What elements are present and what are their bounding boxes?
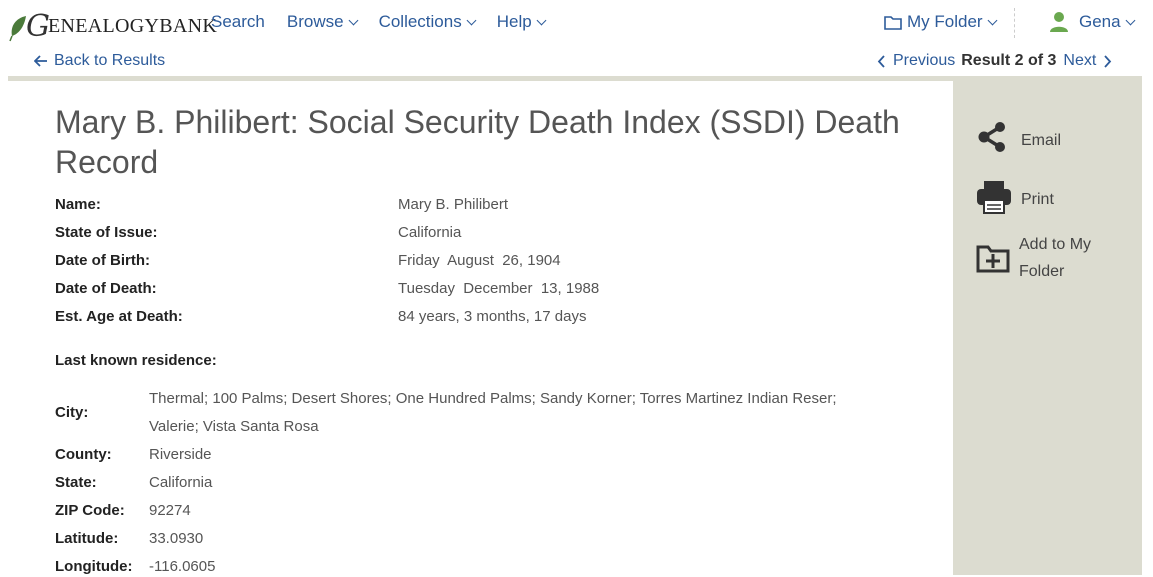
brand-script-letter: G	[26, 9, 50, 44]
nav-browse-label: Browse	[286, 12, 344, 31]
email-label: Email	[1021, 132, 1062, 149]
nav-help[interactable]: Help	[496, 12, 547, 32]
printer-icon	[977, 181, 1011, 214]
print-label: Print	[1021, 191, 1054, 208]
state-value: California	[149, 474, 213, 491]
residence-row-zip: ZIP Code: 92274	[55, 501, 191, 521]
previous-label: Previous	[893, 52, 956, 69]
field-label-est-age: Est. Age at Death:	[55, 308, 183, 325]
add-to-folder-line2: Folder	[1019, 263, 1065, 280]
field-label-date-of-birth: Date of Birth:	[55, 252, 150, 269]
brand-wordmark: ENEALOGYBANK	[47, 15, 218, 37]
next-link[interactable]: Next	[1063, 52, 1112, 70]
brand-logo[interactable]: G ENEALOGYBANK	[8, 2, 217, 42]
back-to-results-link[interactable]: Back to Results	[34, 48, 165, 74]
city-label: City:	[55, 404, 89, 421]
print-action[interactable]: Print	[976, 180, 1054, 214]
chevron-down-icon	[536, 15, 547, 25]
chevron-down-icon	[987, 15, 998, 25]
residence-row-state: State: California	[55, 473, 212, 493]
my-folder-menu[interactable]: My Folder	[884, 0, 998, 44]
field-label-state-of-issue: State of Issue:	[55, 224, 158, 241]
city-value-line1: Thermal; 100 Palms; Desert Shores; One H…	[149, 390, 837, 407]
result-pager: Previous Result 2 of 3 Next	[877, 48, 1112, 74]
field-value-state-of-issue: California	[398, 224, 462, 241]
user-name: Gena	[1079, 12, 1121, 31]
residence-row-county: County: Riverside	[55, 445, 212, 465]
nav-collections[interactable]: Collections	[378, 12, 477, 32]
next-label: Next	[1063, 52, 1097, 69]
folder-icon	[884, 15, 902, 30]
latitude-label: Latitude:	[55, 530, 119, 547]
chevron-left-icon	[877, 54, 885, 68]
longitude-label: Longitude:	[55, 558, 133, 575]
field-value-date-of-birth: Friday August 26, 1904	[398, 252, 561, 269]
back-to-results-label: Back to Results	[54, 52, 166, 69]
my-folder-label: My Folder	[907, 12, 983, 31]
zip-value: 92274	[149, 502, 191, 519]
previous-link[interactable]: Previous	[877, 52, 955, 70]
email-action[interactable]: Email	[976, 120, 1061, 154]
chevron-down-icon	[466, 15, 477, 25]
longitude-value: -116.0605	[149, 558, 216, 575]
field-row: Date of Birth: Friday August 26, 1904	[55, 251, 561, 271]
nav-search-label: Search	[211, 12, 265, 31]
residence-heading: Last known residence:	[55, 351, 217, 371]
field-row: State of Issue: California	[55, 223, 461, 243]
field-value-est-age: 84 years, 3 months, 17 days	[398, 308, 587, 325]
chevron-right-icon	[1104, 54, 1112, 68]
user-icon	[1050, 12, 1068, 32]
county-label: County:	[55, 446, 112, 463]
county-value: Riverside	[149, 446, 212, 463]
zip-label: ZIP Code:	[55, 502, 125, 519]
main-nav: Search Browse Collections Help	[211, 0, 567, 44]
field-value-name: Mary B. Philibert	[398, 196, 509, 213]
field-label-name: Name:	[55, 196, 101, 213]
nav-search[interactable]: Search	[211, 12, 265, 32]
field-row: Name: Mary B. Philibert	[55, 195, 508, 215]
nav-help-label: Help	[496, 12, 532, 31]
residence-row-longitude: Longitude: -116.0605	[55, 557, 215, 577]
residence-heading-label: Last known residence:	[55, 352, 217, 369]
field-row: Date of Death: Tuesday December 13, 1988	[55, 279, 599, 299]
nav-browse[interactable]: Browse	[286, 12, 359, 32]
folder-add-icon	[976, 245, 1010, 273]
residence-row-latitude: Latitude: 33.0930	[55, 529, 203, 549]
city-value-line2: Valerie; Vista Santa Rosa	[149, 418, 319, 435]
user-menu[interactable]: Gena	[1049, 0, 1136, 44]
latitude-value: 33.0930	[149, 530, 204, 547]
residence-row-city: City:	[55, 403, 88, 423]
action-sidebar	[953, 81, 1142, 575]
add-to-folder-text: Add to My Folder	[1019, 231, 1091, 285]
nav-collections-label: Collections	[378, 12, 462, 31]
page-title: Mary B. Philibert: Social Security Death…	[55, 104, 900, 180]
chevron-down-icon	[1125, 15, 1136, 25]
nav-divider	[1014, 8, 1015, 38]
chevron-down-icon	[348, 15, 359, 25]
state-label: State:	[55, 474, 97, 491]
arrow-left-icon	[34, 55, 47, 67]
field-row: Est. Age at Death: 84 years, 3 months, 1…	[55, 307, 586, 327]
add-to-folder-action[interactable]: Add to My Folder	[976, 231, 1091, 285]
field-label-date-of-death: Date of Death:	[55, 280, 157, 297]
add-to-folder-line1: Add to My	[1019, 236, 1092, 253]
field-value-date-of-death: Tuesday December 13, 1988	[398, 280, 600, 297]
result-status: Result 2 of 3	[961, 52, 1057, 69]
share-icon	[978, 122, 1005, 152]
